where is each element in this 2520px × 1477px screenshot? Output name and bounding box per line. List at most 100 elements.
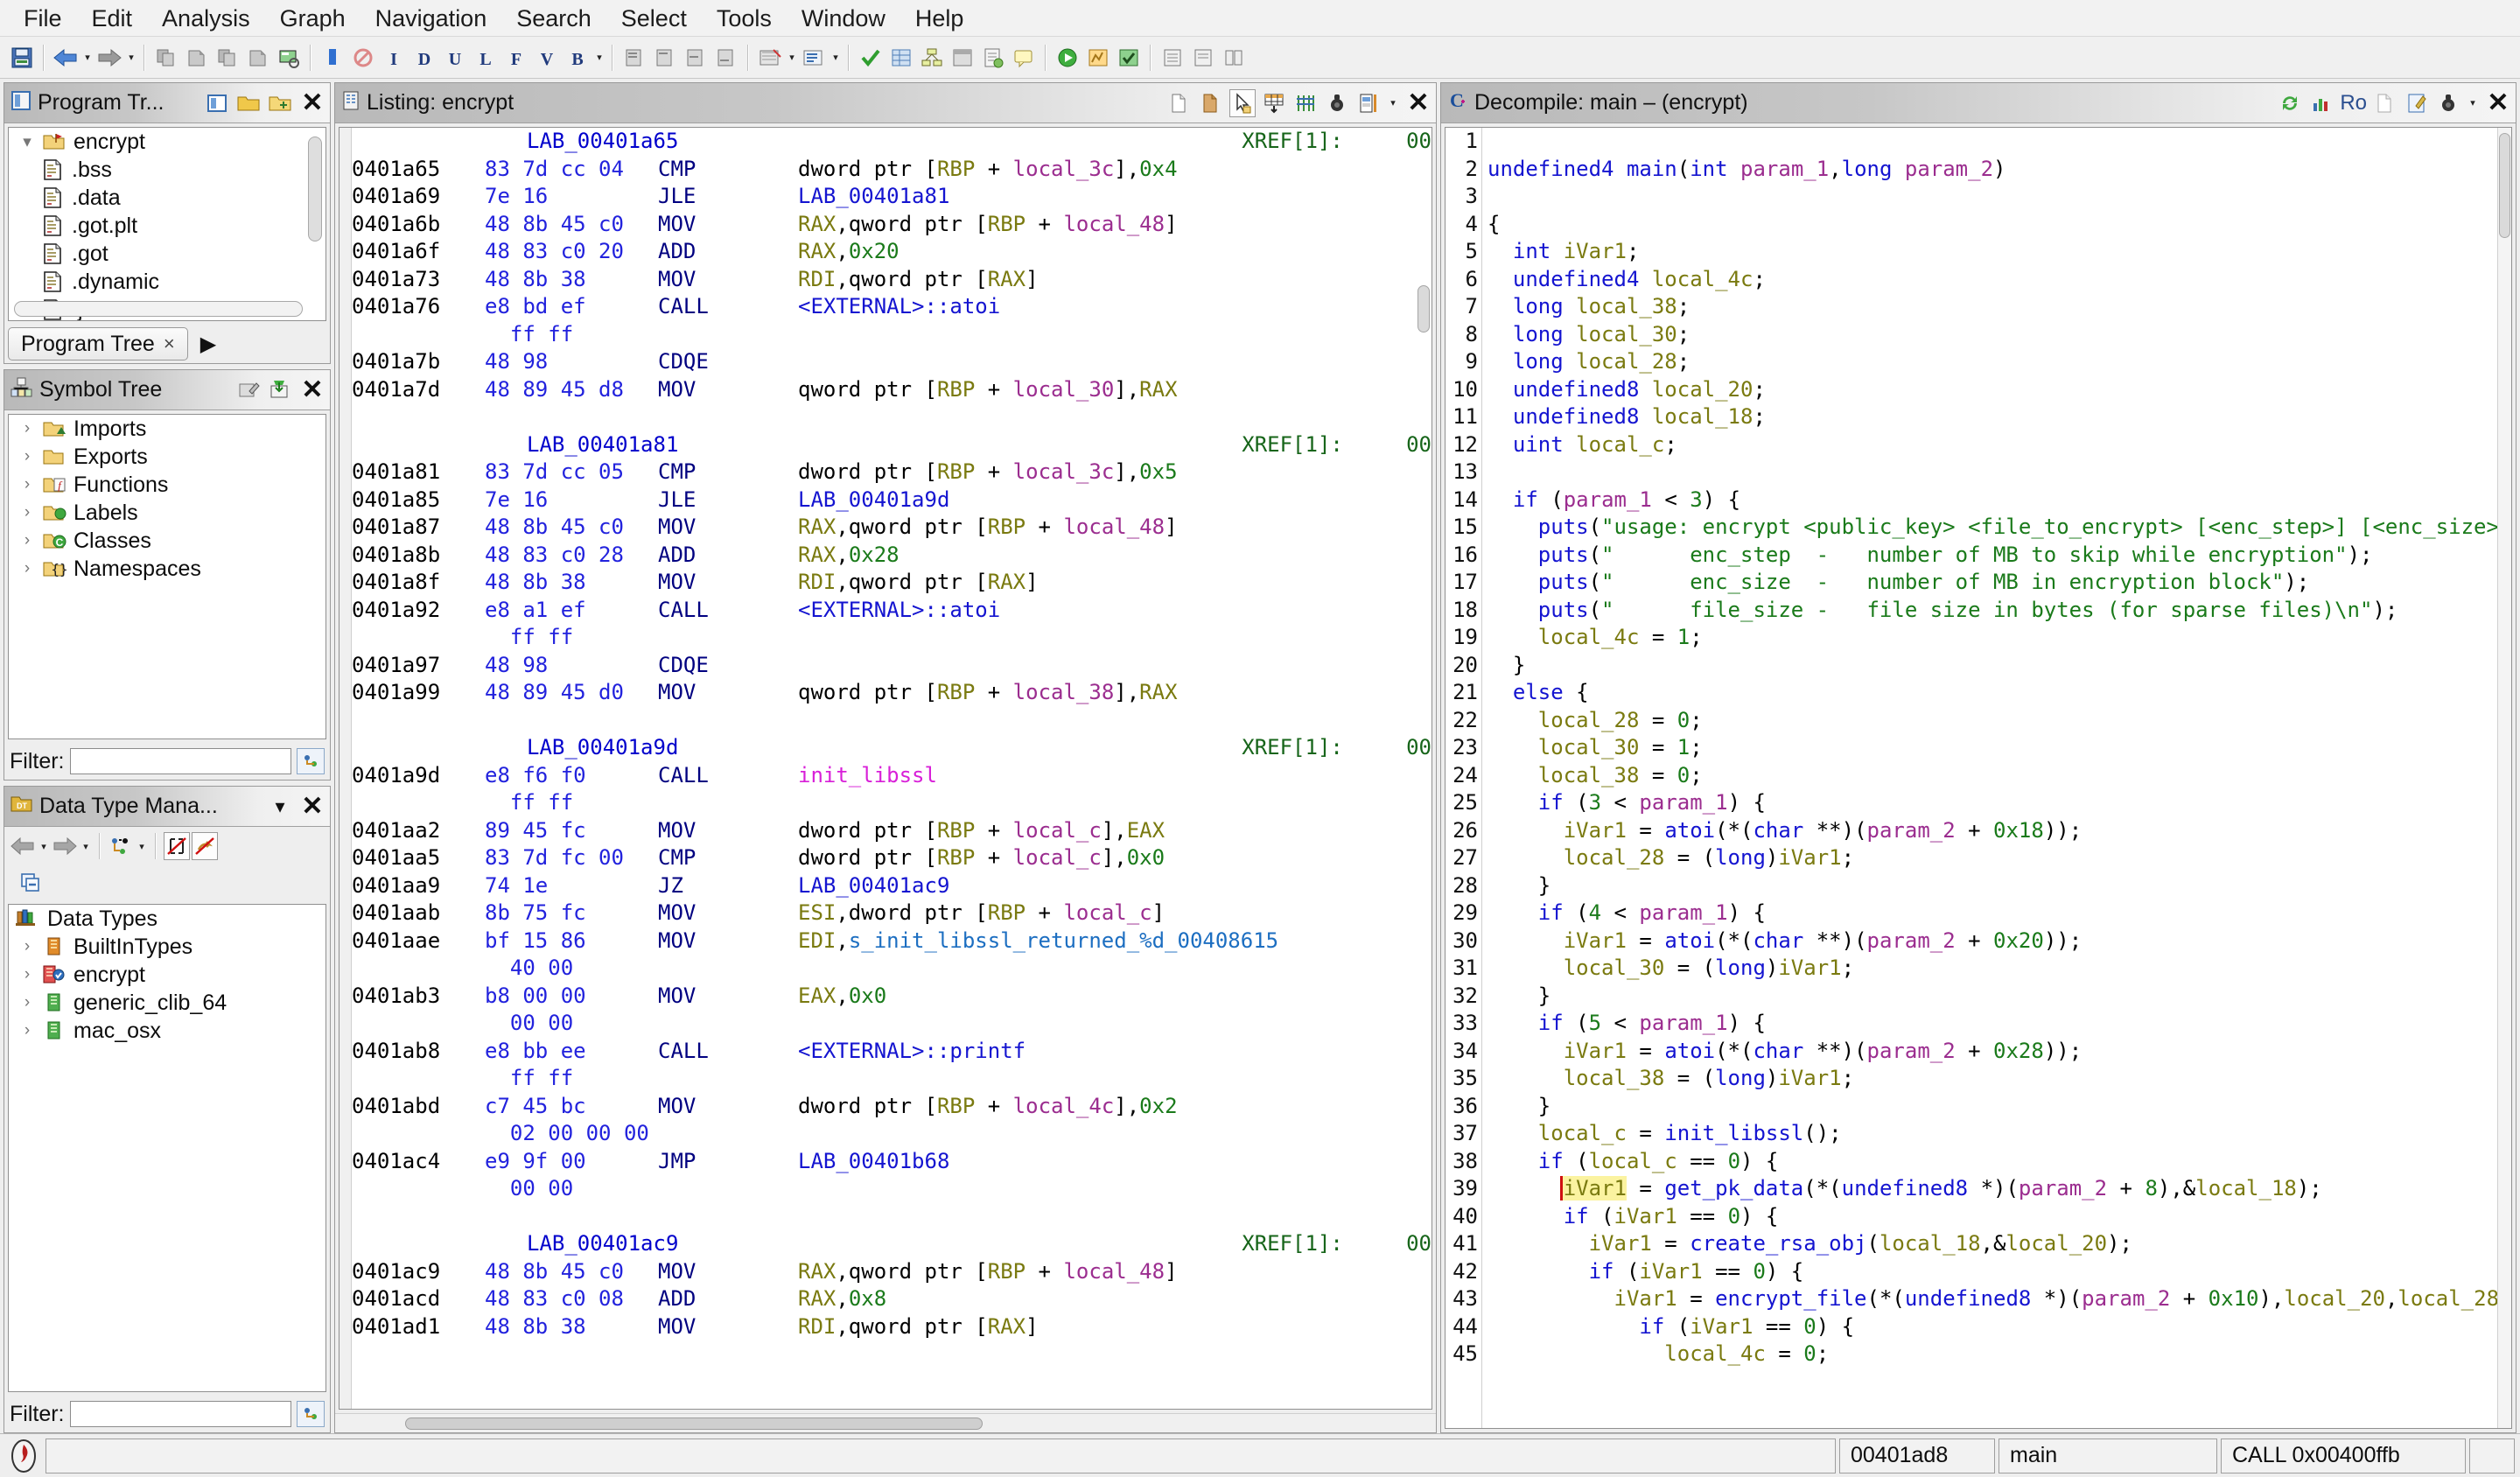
decompiler-close-icon[interactable]: ✕ (2484, 89, 2512, 116)
tree-node-bss[interactable]: .bss (9, 156, 326, 184)
graph-icon[interactable] (2308, 89, 2334, 117)
tree-node-encrypt[interactable]: ▾ encrypt (9, 128, 326, 156)
listing-instruction-line[interactable]: 0401aa9 74 1e JZ LAB_00401ac9 (352, 872, 1432, 900)
decompiler-code-line[interactable]: if (5 < param_1) { (1488, 1010, 2497, 1038)
menu-select[interactable]: Select (606, 2, 702, 35)
listing-instruction-line[interactable]: 0401abd c7 45 bc MOV dword ptr [RBP + local… (352, 1093, 1432, 1121)
snapshot-icon[interactable] (274, 42, 304, 74)
set-varchar-icon[interactable]: V (532, 42, 562, 74)
data-type-manager-filter-input[interactable] (69, 1401, 291, 1427)
decompiler-code-line[interactable]: iVar1 = get_pk_data(*(undefined8 *)(para… (1488, 1175, 2497, 1203)
set-float-icon[interactable]: F (501, 42, 531, 74)
copy-icon[interactable] (2372, 89, 2398, 117)
listing-instruction-line[interactable]: 0401a8f 48 8b 38 MOV RDI,qword ptr [RAX] (352, 569, 1432, 597)
chevron-right-icon[interactable]: › (14, 475, 40, 494)
chevron-right-icon[interactable]: › (14, 993, 40, 1012)
menu-edit[interactable]: Edit (77, 2, 148, 35)
chevron-right-icon[interactable]: › (14, 531, 40, 550)
decompiler-code-line[interactable] (1488, 128, 2497, 156)
snapshot-icon[interactable] (2435, 89, 2461, 117)
decompiler-code-line[interactable]: else { (1488, 679, 2497, 707)
decompiler-code-line[interactable]: if (3 < param_1) { (1488, 789, 2497, 817)
listing-instruction-line[interactable]: 0401ac9 48 8b 45 c0 MOV RAX,qword ptr [RBP … (352, 1258, 1432, 1286)
chevron-right-icon[interactable]: › (14, 419, 40, 438)
forward-arrow-icon[interactable] (94, 42, 124, 74)
back-arrow-icon[interactable] (10, 832, 36, 860)
decompiler-code-area[interactable]: 1 2 3 4 5 6 7 8 9 10 11 12 13 14 15 16 17 18 19 20 21 22 23 24 2… (1445, 127, 2512, 1429)
check-icon[interactable] (856, 42, 886, 74)
tree-node-got[interactable]: .got (9, 240, 326, 268)
set-byte-icon[interactable]: B (563, 42, 592, 74)
decompiler-code-line[interactable]: local_28 = 0; (1488, 707, 2497, 735)
listing-label-line[interactable]: LAB_00401a81 XREF[1]: 00 (352, 431, 1432, 459)
decompiler-code-line[interactable]: undefined4 local_4c; (1488, 266, 2497, 294)
filter-tree-icon[interactable] (108, 832, 134, 860)
decompiler-code-line[interactable]: if (iVar1 == 0) { (1488, 1258, 2497, 1286)
paste-special-icon[interactable] (243, 42, 273, 74)
listing-label-name[interactable]: LAB_00401ac9 (527, 1230, 678, 1258)
chevron-right-icon[interactable]: › (14, 1021, 40, 1040)
paste-icon[interactable] (1198, 89, 1224, 117)
program-tree-vscrollbar[interactable] (308, 136, 322, 242)
detail-view-icon[interactable] (1188, 42, 1218, 74)
script-manager-icon[interactable] (978, 42, 1008, 74)
listing-instruction-line[interactable]: 0401a76 e8 bd ef CALL <EXTERNAL>::atoi (352, 293, 1432, 321)
menu-graph[interactable]: Graph (265, 2, 360, 35)
table-icon[interactable] (1261, 89, 1287, 117)
decompiler-code-line[interactable]: puts(" enc_step - number of MB to skip w… (1488, 542, 2497, 570)
listing-instruction-line[interactable]: 0401a99 48 89 45 d0 MOV qword ptr [RBP + lo… (352, 679, 1432, 707)
listing-instruction-line[interactable]: 0401a73 48 8b 38 MOV RDI,qword ptr [RAX] (352, 266, 1432, 294)
program-tree-close-icon[interactable]: ✕ (298, 89, 326, 116)
decompiler-code-line[interactable]: local_c = init_libssl(); (1488, 1120, 2497, 1148)
menu-tools[interactable]: Tools (702, 2, 787, 35)
program-tree-hscrollbar[interactable] (14, 301, 303, 317)
decompiler-code-line[interactable]: iVar1 = atoi(*(char **)(param_2 + 0x28))… (1488, 1038, 2497, 1066)
decompiler-code-line[interactable]: local_30 = (long)iVar1; (1488, 955, 2497, 983)
auto-analyze-icon[interactable] (1114, 42, 1144, 74)
listing-instruction-line[interactable]: 0401a7b 48 98 CDQE (352, 348, 1432, 376)
bookmark3-icon[interactable] (681, 42, 710, 74)
decompiler-code-line[interactable]: if (iVar1 == 0) { (1488, 1313, 2497, 1341)
status-instruction[interactable]: CALL 0x00400ffb (2221, 1438, 2466, 1474)
toggle-icon[interactable] (1355, 89, 1382, 117)
cursor-icon[interactable] (1229, 88, 1256, 117)
listing-label-line[interactable]: LAB_00401ac9 XREF[1]: 00 (352, 1230, 1432, 1258)
status-address[interactable]: 00401ad8 (1839, 1438, 1995, 1474)
import-icon[interactable] (267, 376, 293, 404)
decompiler-code-line[interactable]: local_38 = 0; (1488, 762, 2497, 790)
decompiler-code-line[interactable]: iVar1 = atoi(*(char **)(param_2 + 0x20))… (1488, 928, 2497, 956)
decompiler-code-line[interactable]: long local_30; (1488, 321, 2497, 349)
decompiler-code-line[interactable]: } (1488, 652, 2497, 680)
chevron-right-icon[interactable]: › (14, 965, 40, 984)
chevron-down-icon[interactable]: ▾ (14, 132, 40, 152)
dtm-item-mac-osx[interactable]: › mac_osx (9, 1017, 326, 1045)
chevron-down-icon[interactable]: ▾ (2467, 88, 2479, 119)
copy-icon[interactable] (151, 42, 181, 74)
decompiler-code-line[interactable]: { (1488, 211, 2497, 239)
menu-search[interactable]: Search (501, 2, 606, 35)
analyze-icon[interactable] (1083, 42, 1113, 74)
set-unsigned-icon[interactable]: U (440, 42, 470, 74)
symbol-tree-filter-input[interactable] (69, 748, 291, 774)
decompiler-code-line[interactable]: local_30 = 1; (1488, 734, 2497, 762)
set-integer-icon[interactable]: I (379, 42, 409, 74)
program-tree-view-icon[interactable] (204, 89, 230, 117)
listing-instruction-line[interactable]: 0401a85 7e 16 JLE LAB_00401a9d (352, 486, 1432, 514)
dtm-item-generic-clib-64[interactable]: › generic_clib_64 (9, 989, 326, 1017)
set-data-icon[interactable]: D (410, 42, 439, 74)
listing-instruction-line[interactable]: 0401aae bf 15 86 MOV EDI,s_init_libssl_retu… (352, 928, 1432, 956)
decompiler-code-line[interactable]: local_38 = (long)iVar1; (1488, 1065, 2497, 1093)
menu-analysis[interactable]: Analysis (147, 2, 265, 35)
status-extra[interactable] (2469, 1438, 2515, 1474)
listing-instruction-line[interactable]: 0401aa2 89 45 fc MOV dword ptr [RBP + local… (352, 817, 1432, 845)
clear-code-icon[interactable] (755, 42, 785, 74)
back-dropdown-icon[interactable]: ▾ (38, 830, 50, 862)
decompiler-code-line[interactable]: if (param_1 < 3) { (1488, 486, 2497, 514)
forward-dropdown-icon[interactable]: ▾ (80, 830, 92, 862)
edit-icon[interactable] (2404, 89, 2430, 117)
listing-code-area[interactable]: LAB_00401a65 XREF[1]: 00 0401a65 83 7d cc 0… (339, 127, 1432, 1410)
decompiler-code-line[interactable]: } (1488, 872, 2497, 900)
listing-label-name[interactable]: LAB_00401a81 (527, 431, 678, 459)
listing-instruction-line[interactable]: 0401a8b 48 83 c0 28 ADD RAX,0x28 (352, 542, 1432, 570)
tree-node-gotplt[interactable]: .got.plt (9, 212, 326, 240)
